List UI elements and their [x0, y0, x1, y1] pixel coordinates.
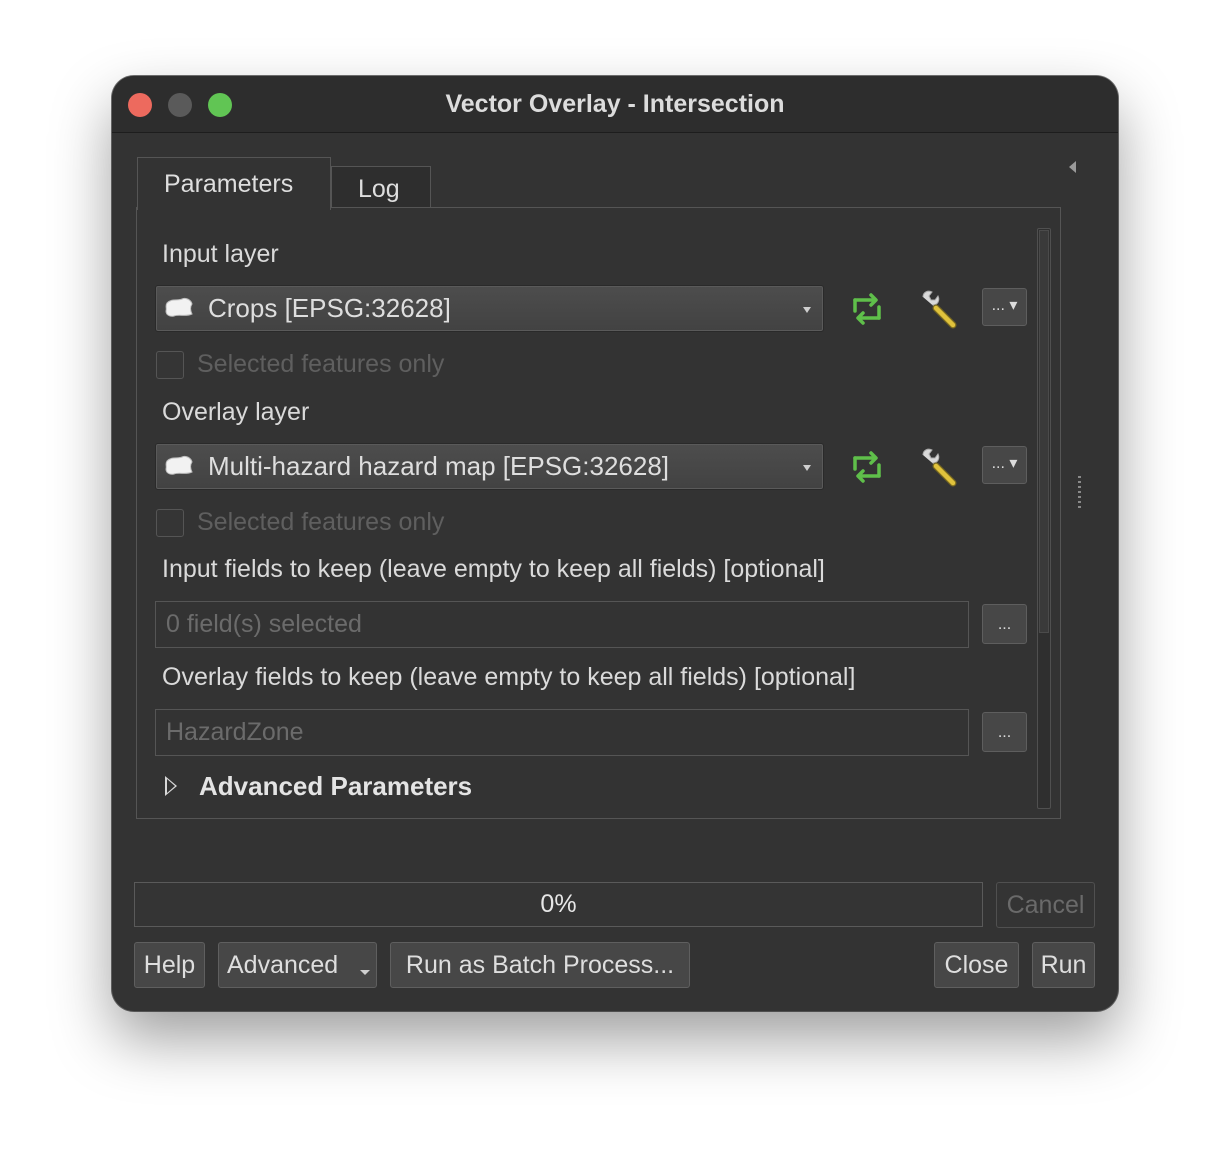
overlay-fields-label: Overlay fields to keep (leave empty to k… [162, 663, 856, 691]
iterate-icon[interactable] [845, 287, 889, 331]
overlay-layer-value: Multi-hazard hazard map [EPSG:32628] [208, 451, 670, 481]
input-fields-label: Input fields to keep (leave empty to kee… [162, 555, 825, 583]
overlay-layer-combobox[interactable]: Multi-hazard hazard map [EPSG:32628] [155, 443, 824, 490]
chevron-down-icon [803, 307, 811, 313]
overlay-fields-selector[interactable]: HazardZone [155, 709, 969, 756]
tab-log-label: Log [358, 175, 400, 203]
overlay-layer-options-button[interactable]: ... ▾ [982, 446, 1027, 484]
input-layer-options-label: ... [991, 297, 1005, 314]
progress-bar: 0% [134, 882, 983, 927]
run-as-batch-button[interactable]: Run as Batch Process... [390, 942, 690, 988]
wrench-icon[interactable] [917, 445, 961, 489]
overlay-layer-label: Overlay layer [162, 398, 310, 426]
polygon-layer-icon [165, 297, 193, 317]
overlay-layer-options-label: ... [991, 455, 1005, 472]
tab-log[interactable]: Log [331, 166, 431, 208]
title-bar[interactable]: Vector Overlay - Intersection [112, 76, 1118, 133]
iterate-icon[interactable] [845, 445, 889, 489]
overlay-fields-browse-button[interactable]: ... [982, 712, 1027, 752]
polygon-layer-icon [165, 455, 193, 475]
advanced-button[interactable]: Advanced [218, 942, 377, 988]
dialog-window: Vector Overlay - Intersection Log Parame… [112, 76, 1118, 1011]
tab-parameters-label: Parameters [164, 170, 294, 198]
splitter-grip-icon[interactable] [1078, 476, 1081, 508]
scrollbar-thumb[interactable] [1039, 230, 1049, 633]
input-fields-browse-button[interactable]: ... [982, 604, 1027, 644]
parameters-scrollbar[interactable] [1037, 228, 1051, 809]
input-layer-combobox[interactable]: Crops [EPSG:32628] [155, 285, 824, 332]
overlay-selected-only-label: Selected features only [197, 508, 445, 536]
wrench-icon[interactable] [917, 287, 961, 331]
parameters-panel: Input layer Crops [EPSG:32628] ... ▾ Sel… [136, 207, 1061, 819]
chevron-down-icon [360, 970, 370, 975]
collapse-panel-arrow-icon[interactable] [1069, 161, 1076, 173]
close-button[interactable]: Close [934, 942, 1019, 988]
overlay-selected-only-checkbox[interactable] [156, 509, 184, 537]
input-layer-label: Input layer [162, 240, 279, 268]
advanced-button-label: Advanced [227, 951, 339, 979]
advanced-parameters-toggle[interactable]: Advanced Parameters [199, 771, 472, 802]
tab-parameters[interactable]: Parameters [137, 157, 331, 210]
cancel-button[interactable]: Cancel [996, 882, 1095, 928]
input-fields-selector[interactable]: 0 field(s) selected [155, 601, 969, 648]
input-layer-options-button[interactable]: ... ▾ [982, 288, 1027, 326]
input-selected-only-checkbox[interactable] [156, 351, 184, 379]
run-button[interactable]: Run [1032, 942, 1095, 988]
window-title: Vector Overlay - Intersection [445, 90, 785, 118]
expand-triangle-icon[interactable] [165, 776, 177, 796]
input-selected-only-label: Selected features only [197, 350, 445, 378]
chevron-down-icon [803, 465, 811, 471]
help-button[interactable]: Help [134, 942, 205, 988]
input-layer-value: Crops [EPSG:32628] [208, 293, 451, 323]
